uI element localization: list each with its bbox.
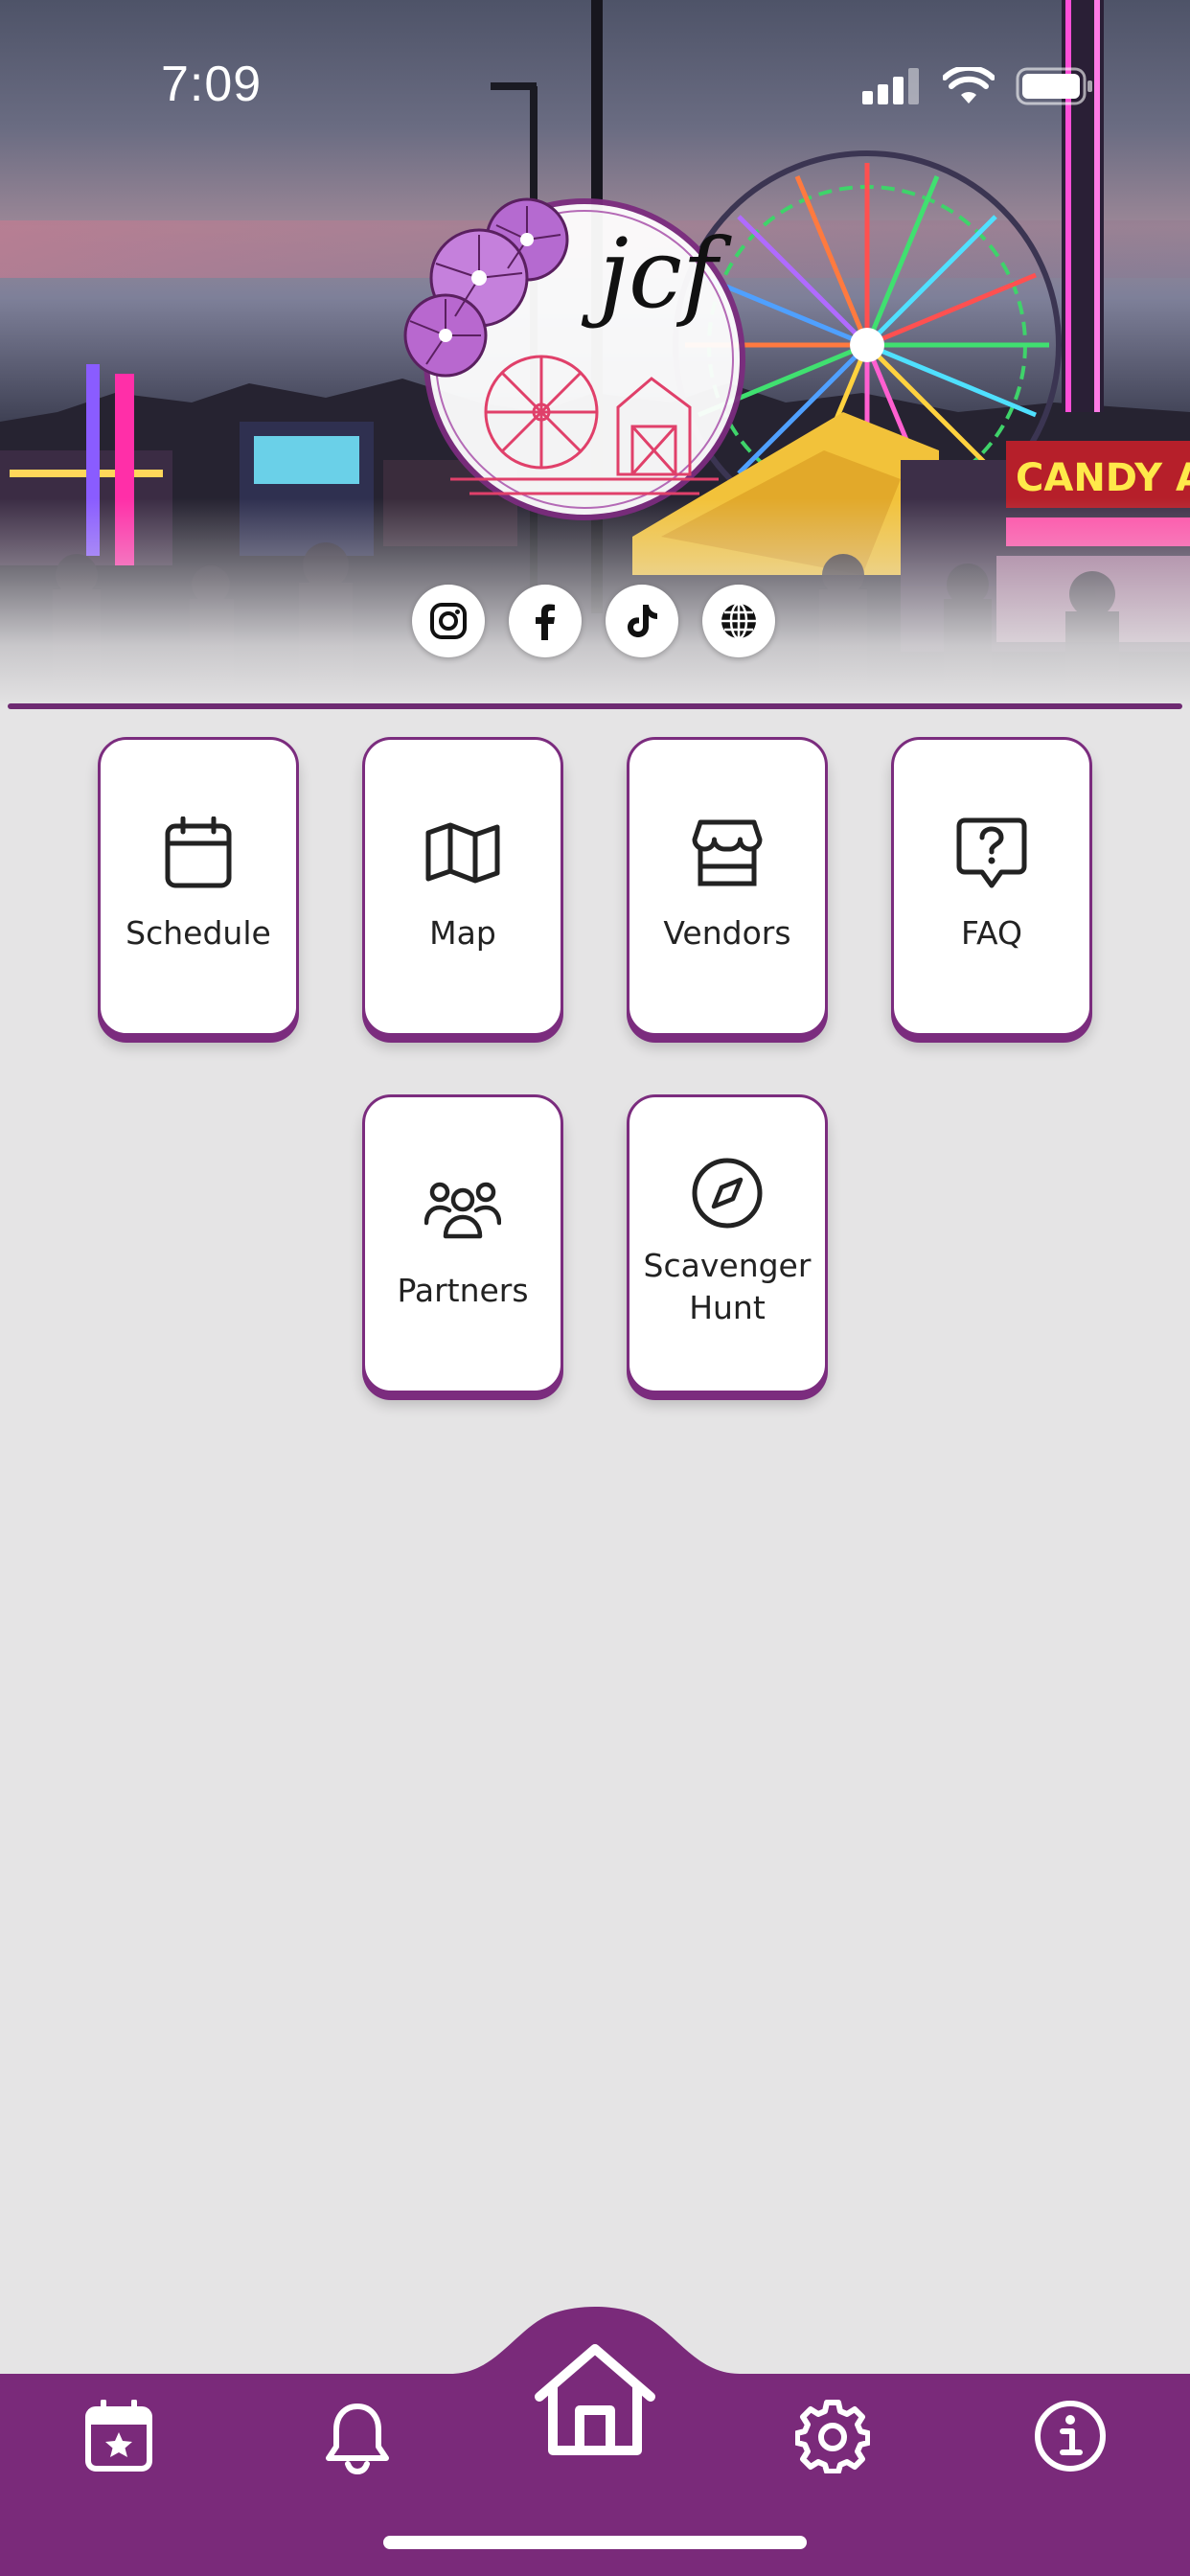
instagram-button[interactable] <box>412 585 485 657</box>
faq-tile[interactable]: FAQ <box>891 737 1092 1036</box>
calendar-icon <box>165 816 232 888</box>
calendar-star-icon <box>85 2400 152 2472</box>
nav-events[interactable] <box>80 2396 157 2476</box>
nav-notifications[interactable] <box>319 2398 396 2478</box>
compass-icon <box>692 1158 763 1229</box>
wifi-icon <box>943 67 995 104</box>
facebook-icon <box>536 604 555 640</box>
website-button[interactable] <box>702 585 775 657</box>
vendors-tile[interactable]: Vendors <box>627 737 828 1036</box>
status-icons <box>862 67 1094 105</box>
svg-text:CANDY APP: CANDY APP <box>1016 456 1190 500</box>
tiktok-button[interactable] <box>606 585 678 657</box>
gear-icon <box>795 2400 870 2473</box>
info-icon <box>1035 2401 1106 2472</box>
home-indicator-bar <box>383 2536 807 2549</box>
tile-label: Schedule <box>126 914 271 952</box>
tile-label: FAQ <box>961 914 1022 952</box>
cellular-signal-icon <box>862 68 919 104</box>
people-icon <box>424 1182 501 1239</box>
instagram-icon <box>430 603 467 639</box>
nav-home[interactable] <box>527 2338 663 2463</box>
tile-label: Map <box>429 914 496 952</box>
nav-info[interactable] <box>1032 2396 1109 2476</box>
header-divider <box>8 703 1182 709</box>
map-icon <box>425 822 500 884</box>
schedule-tile[interactable]: Schedule <box>98 737 299 1036</box>
partners-tile[interactable]: Partners <box>362 1094 563 1393</box>
scavenger-hunt-tile[interactable]: Scavenger Hunt <box>627 1094 828 1393</box>
battery-icon <box>1016 67 1092 105</box>
hero-header: CANDY APP 7:09 <box>0 0 1190 709</box>
home-icon <box>535 2344 655 2455</box>
bell-icon <box>326 2404 389 2475</box>
nav-settings[interactable] <box>794 2396 871 2476</box>
storefront-icon <box>692 819 763 886</box>
tiktok-icon <box>628 605 657 637</box>
jcf-fair-logo: jcf <box>403 197 745 520</box>
status-time: 7:09 <box>161 57 263 112</box>
globe-icon <box>721 602 756 640</box>
logo-text: jcf <box>581 218 732 330</box>
facebook-button[interactable] <box>509 585 582 657</box>
tile-label: Scavenger Hunt <box>643 1247 812 1326</box>
tile-label: Vendors <box>663 914 791 952</box>
tile-label: Partners <box>397 1272 529 1309</box>
map-tile[interactable]: Map <box>362 737 563 1036</box>
social-links <box>412 585 775 657</box>
question-bubble-icon <box>956 817 1027 888</box>
